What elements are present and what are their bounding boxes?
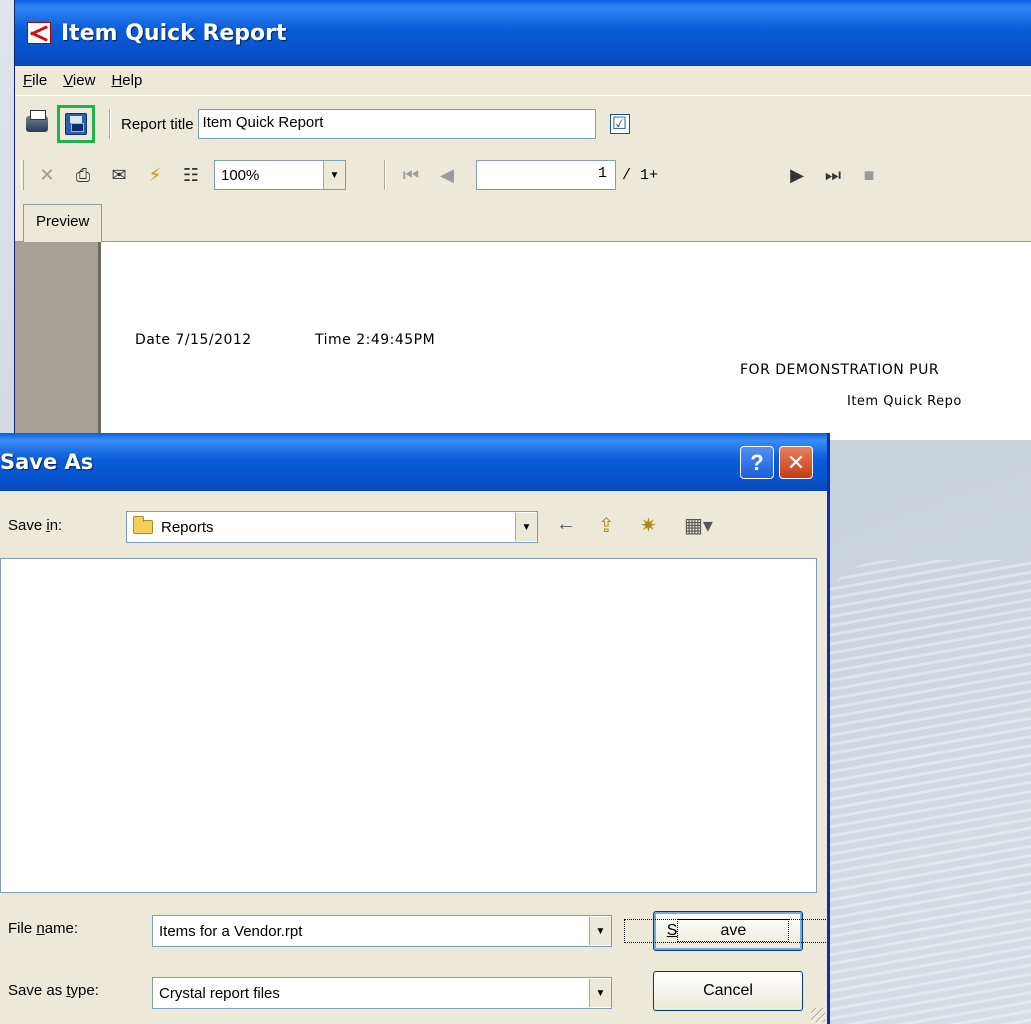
cancel-button[interactable]: Cancel bbox=[653, 971, 803, 1011]
dialog-title: Save As bbox=[0, 450, 94, 474]
last-page-icon[interactable]: ⏭ bbox=[818, 165, 848, 186]
print-report-icon[interactable]: ⎙ bbox=[68, 165, 98, 186]
file-name-input[interactable]: Items for a Vendor.rpt ▼ bbox=[152, 915, 612, 947]
folder-icon bbox=[133, 516, 153, 534]
zoom-select[interactable]: 100% ▼ bbox=[214, 160, 346, 190]
item-quick-report-window: Item Quick Report File View Help Report … bbox=[14, 0, 1031, 440]
file-list[interactable] bbox=[0, 558, 817, 893]
resize-grip[interactable] bbox=[811, 1008, 825, 1022]
menu-file[interactable]: File bbox=[23, 72, 47, 89]
previous-page-icon[interactable]: ◀ bbox=[432, 165, 462, 186]
back-arrow-icon[interactable]: ← bbox=[556, 513, 576, 536]
view-menu-icon[interactable]: ▦▾ bbox=[684, 513, 713, 538]
report-date: Date 7/15/2012 bbox=[135, 332, 252, 348]
chevron-down-icon[interactable]: ▼ bbox=[589, 917, 611, 945]
export-icon[interactable]: ✉ bbox=[104, 165, 134, 186]
report-subtitle: Item Quick Repo bbox=[847, 394, 962, 409]
close-view-icon[interactable]: ✕ bbox=[32, 165, 62, 186]
dialog-titlebar[interactable]: Save As bbox=[0, 433, 827, 491]
save-dialog-button[interactable]: Save bbox=[623, 911, 827, 951]
report-preview: Date 7/15/2012 Time 2:49:45PM FOR DEMONS… bbox=[15, 242, 1031, 440]
print-button[interactable] bbox=[21, 109, 53, 139]
report-time: Time 2:49:45PM bbox=[315, 332, 436, 348]
menubar: File View Help bbox=[15, 66, 1031, 96]
save-button[interactable] bbox=[57, 105, 95, 143]
chevron-down-icon[interactable]: ▼ bbox=[589, 979, 611, 1007]
page-total: / 1+ bbox=[622, 166, 659, 184]
save-as-type-value: Crystal report files bbox=[159, 984, 280, 1002]
up-folder-icon[interactable]: ⇪ bbox=[598, 513, 615, 538]
toolbar-separator bbox=[384, 160, 386, 190]
help-button[interactable]: ? bbox=[740, 446, 774, 479]
stop-icon[interactable]: ■ bbox=[854, 165, 884, 186]
report-title-input[interactable]: Item Quick Report bbox=[197, 109, 596, 139]
zoom-value: 100% bbox=[221, 166, 260, 184]
report-title-label: Report title bbox=[121, 115, 194, 133]
window-title: Item Quick Report bbox=[61, 20, 287, 46]
save-as-type-select[interactable]: Crystal report files ▼ bbox=[152, 977, 612, 1009]
menu-help[interactable]: Help bbox=[111, 72, 142, 89]
main-titlebar[interactable]: Item Quick Report bbox=[15, 0, 1031, 66]
preview-gutter bbox=[15, 242, 101, 440]
first-page-icon[interactable]: ⏮ bbox=[396, 165, 426, 186]
page-number-input[interactable]: 1 bbox=[476, 160, 616, 190]
group-tree-icon[interactable]: ☷ bbox=[176, 165, 206, 186]
next-page-icon[interactable]: ▶ bbox=[782, 165, 812, 186]
save-as-type-label: Save as type: bbox=[8, 982, 99, 999]
save-in-label: Save in: bbox=[8, 517, 63, 534]
report-banner: FOR DEMONSTRATION PUR bbox=[740, 362, 940, 378]
app-icon bbox=[27, 22, 51, 44]
save-in-value: Reports bbox=[161, 518, 214, 536]
printer-icon bbox=[26, 110, 48, 132]
close-button[interactable]: ✕ bbox=[779, 446, 813, 479]
tab-strip: Preview bbox=[15, 198, 1031, 242]
floppy-disk-icon bbox=[65, 113, 87, 135]
preview-toolbar: ✕ ⎙ ✉ ⚡ ☷ 100% ▼ ⏮ ◀ 1 / 1+ ▶ ⏭ ■ bbox=[15, 152, 1031, 198]
save-as-dialog: Save As ? ✕ Save in: Reports ▼ ← ⇪ ✷ ▦▾ … bbox=[0, 433, 830, 1024]
save-in-combo[interactable]: Reports ▼ bbox=[126, 511, 538, 543]
toolbar-grip[interactable] bbox=[21, 160, 24, 190]
file-name-label: File name: bbox=[8, 920, 79, 937]
file-name-value: Items for a Vendor.rpt bbox=[159, 922, 303, 940]
tab-preview[interactable]: Preview bbox=[23, 204, 103, 242]
new-folder-icon[interactable]: ✷ bbox=[640, 513, 657, 538]
chevron-down-icon[interactable]: ▼ bbox=[323, 161, 345, 189]
apply-title-checkbox[interactable]: ☑ bbox=[609, 114, 630, 134]
toolbar-separator bbox=[109, 109, 111, 139]
report-toolbar: Report title Item Quick Report ☑ bbox=[15, 96, 1031, 152]
menu-view[interactable]: View bbox=[63, 72, 95, 89]
refresh-icon[interactable]: ⚡ bbox=[140, 165, 170, 186]
chevron-down-icon[interactable]: ▼ bbox=[515, 513, 537, 541]
